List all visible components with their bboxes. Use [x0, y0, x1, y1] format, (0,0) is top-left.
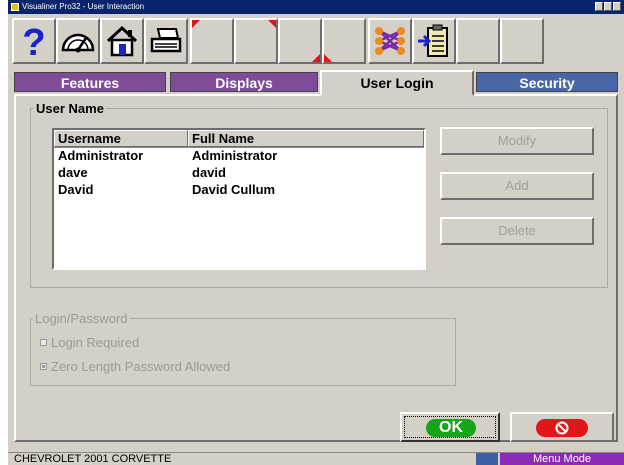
login-required-label: Login Required: [51, 335, 140, 350]
print-button[interactable]: [144, 18, 188, 64]
username-cell: David: [58, 182, 94, 197]
no-entry-icon: [555, 421, 569, 435]
user-row[interactable]: dave david: [54, 165, 424, 182]
add-button[interactable]: Add: [440, 172, 594, 200]
column-username[interactable]: Username: [54, 130, 188, 147]
tab-bar: Features Displays Security: [14, 70, 618, 96]
zero-length-password-checkbox[interactable]: Zero Length Password Allowed: [40, 359, 230, 374]
user-list-header: Username Full Name: [54, 130, 424, 148]
login-required-checkbox[interactable]: Login Required: [40, 335, 139, 350]
user-name-group-title: User Name: [34, 101, 106, 116]
maximize-button[interactable]: [604, 2, 612, 11]
full-name-cell: David Cullum: [192, 182, 276, 197]
tab-displays[interactable]: Displays: [170, 72, 318, 92]
home-icon: [106, 25, 138, 57]
toolbar-slot-6[interactable]: [234, 18, 278, 64]
home-button[interactable]: [100, 18, 144, 64]
username-cell: dave: [58, 165, 88, 180]
user-row[interactable]: David David Cullum: [54, 182, 424, 199]
modify-button[interactable]: Modify: [440, 127, 594, 155]
app-icon: [11, 3, 19, 11]
user-status-icon: [476, 453, 498, 465]
vehicle-status: CHEVROLET 2001 CORVETTE: [14, 453, 172, 465]
status-bar: CHEVROLET 2001 CORVETTE Menu Mode: [8, 452, 624, 465]
login-required-box[interactable]: [40, 339, 47, 347]
username-cell: Administrator: [58, 148, 144, 163]
clipboard-button[interactable]: [412, 18, 456, 64]
clipboard-icon: [418, 24, 448, 57]
user-row[interactable]: Administrator Administrator: [54, 148, 424, 165]
delete-button[interactable]: Delete: [440, 217, 594, 245]
app-window: Visualiner Pro32 - User Interaction ? Fe…: [8, 0, 624, 465]
ok-label: OK: [426, 419, 476, 437]
network-icon: [375, 27, 405, 55]
gauge-icon: [61, 33, 95, 53]
title-bar: Visualiner Pro32 - User Interaction: [8, 0, 624, 14]
toolbar: ?: [10, 14, 622, 68]
zero-length-password-box[interactable]: [40, 363, 47, 371]
window-title: Visualiner Pro32 - User Interaction: [22, 2, 145, 11]
cancel-pill: [536, 419, 588, 437]
cancel-button[interactable]: [510, 412, 614, 442]
full-name-cell: Administrator: [192, 148, 278, 163]
toolbar-slot-12[interactable]: [500, 18, 544, 64]
column-full-name[interactable]: Full Name: [188, 130, 424, 147]
tab-features[interactable]: Features: [14, 72, 166, 92]
ok-button[interactable]: OK: [400, 412, 500, 442]
user-list[interactable]: Username Full Name Administrator Adminis…: [52, 128, 426, 270]
gauge-button[interactable]: [56, 18, 100, 64]
close-button[interactable]: [613, 2, 621, 11]
tab-security[interactable]: Security: [476, 72, 618, 92]
printer-icon: [150, 28, 182, 53]
full-name-cell: david: [192, 165, 226, 180]
help-icon: ?: [22, 22, 45, 61]
toolbar-slot-5[interactable]: [190, 18, 234, 64]
login-password-group-title: Login/Password: [33, 311, 130, 326]
toolbar-slot-8[interactable]: [322, 18, 366, 64]
minimize-button[interactable]: [595, 2, 603, 11]
network-button[interactable]: [368, 18, 412, 64]
toolbar-slot-11[interactable]: [456, 18, 500, 64]
zero-length-password-label: Zero Length Password Allowed: [51, 359, 231, 374]
help-button[interactable]: ?: [12, 18, 56, 64]
toolbar-slot-7[interactable]: [278, 18, 322, 64]
login-password-group: [30, 318, 456, 386]
svg-text:?: ?: [22, 22, 45, 61]
mode-status: Menu Mode: [500, 453, 624, 465]
